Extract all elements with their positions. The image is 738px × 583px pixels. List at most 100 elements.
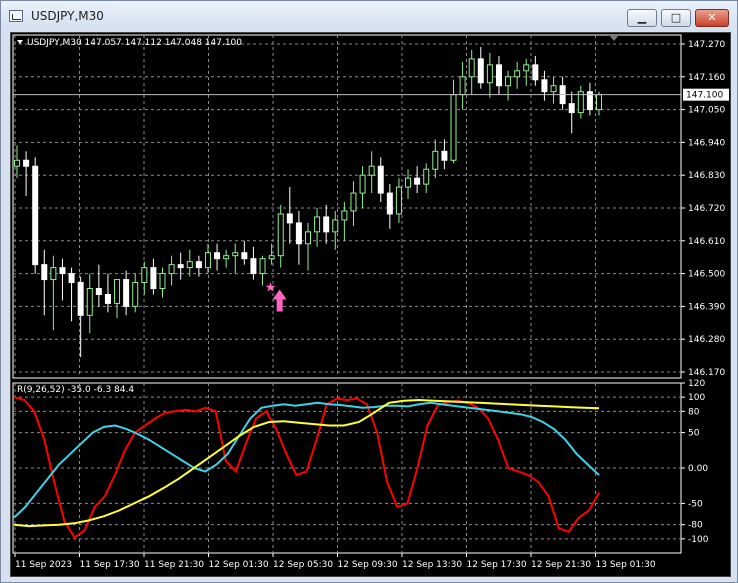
time-tick-label: 12 Sep 17:30 (467, 560, 527, 570)
candle-body[interactable] (95, 288, 102, 295)
candle-body[interactable] (486, 64, 493, 84)
candle-body[interactable] (523, 64, 530, 72)
candle-body[interactable] (332, 219, 339, 233)
candle-body[interactable] (495, 64, 502, 87)
candle-body[interactable] (14, 159, 20, 167)
indicator-tick-label: -80 (688, 521, 703, 531)
candle-body[interactable] (377, 165, 384, 194)
price-tick-label: 146.280 (688, 335, 725, 345)
candle-body[interactable] (532, 64, 539, 81)
candle-body[interactable] (459, 76, 466, 96)
candle-body[interactable] (386, 192, 393, 215)
time-tick-label: 11 Sep 21:30 (144, 560, 204, 570)
window-title: USDJPY,M30 (31, 9, 104, 23)
time-tick-label: 11 Sep 17:30 (80, 560, 140, 570)
candle-body[interactable] (132, 282, 139, 307)
time-tick-label: 12 Sep 05:30 (273, 560, 333, 570)
candle-body[interactable] (168, 264, 175, 275)
candle-body[interactable] (432, 150, 439, 170)
candle-body[interactable] (305, 231, 311, 245)
candle-body[interactable] (350, 192, 357, 212)
candle-body[interactable] (341, 210, 348, 221)
candle-body[interactable] (214, 252, 221, 260)
candle-body[interactable] (141, 267, 148, 284)
current-price-label: 147.100 (686, 91, 723, 101)
chart-area[interactable]: 147.270 147.160 147.050 146.940 146.830 146.7… (10, 32, 731, 577)
candle-body[interactable] (441, 150, 448, 161)
candle-body[interactable] (204, 252, 211, 269)
chart-window-icon (9, 10, 23, 22)
candle-body[interactable] (23, 159, 30, 167)
candle-body[interactable] (405, 177, 412, 188)
price-tick-label: 146.940 (688, 138, 725, 148)
price-tick-label: 147.050 (688, 106, 725, 116)
candle-body[interactable] (468, 58, 475, 78)
candle-body[interactable] (359, 174, 366, 194)
candle-body[interactable] (68, 273, 75, 284)
candle-body[interactable] (250, 258, 257, 275)
candle-body[interactable] (32, 165, 39, 266)
candle-body[interactable] (314, 216, 321, 233)
candle-body[interactable] (186, 261, 193, 269)
time-tick-label: 12 Sep 21:30 (531, 560, 591, 570)
title-bar[interactable]: USDJPY,M30 ▁ □ ✕ (1, 1, 737, 31)
candle-body[interactable] (77, 282, 84, 316)
time-tick-label: 12 Sep 13:30 (402, 560, 462, 570)
candle-body[interactable] (423, 168, 430, 185)
candle-body[interactable] (195, 261, 202, 269)
candle-body[interactable] (414, 177, 421, 185)
symbol-menu-arrow-icon[interactable] (17, 40, 23, 44)
candle-body[interactable] (241, 252, 248, 260)
minimize-button[interactable]: ▁ (627, 9, 657, 27)
candle-body[interactable] (505, 76, 512, 87)
candle-body[interactable] (368, 165, 375, 176)
indicator-tick-label: 100 (688, 393, 705, 403)
price-tick-label: 146.830 (688, 171, 725, 181)
candle-body[interactable] (395, 186, 402, 215)
candle-body[interactable] (286, 213, 293, 224)
candle-body[interactable] (259, 258, 266, 275)
indicator-tick-label: 50 (688, 429, 700, 439)
indicator-header: R(9,26,52) -35.0 -6.3 84.4 (17, 385, 134, 395)
indicator-tick-label: -50 (688, 499, 703, 509)
chart-window: USDJPY,M30 ▁ □ ✕ 147.270 147.160 147.050 14… (0, 0, 738, 583)
candle-body[interactable] (568, 103, 575, 114)
signal-star-icon: ★ (265, 280, 277, 295)
candle-body[interactable] (514, 70, 521, 78)
candle-body[interactable] (232, 252, 239, 257)
close-button[interactable]: ✕ (695, 9, 729, 27)
candle-body[interactable] (59, 267, 66, 275)
candle-body[interactable] (477, 58, 484, 84)
price-tick-label: 146.500 (688, 270, 725, 280)
candle-body[interactable] (596, 94, 602, 111)
candle-body[interactable] (450, 94, 457, 161)
candle-body[interactable] (159, 273, 166, 290)
candle-body[interactable] (323, 216, 330, 233)
chart-shift-marker-icon[interactable] (609, 35, 619, 41)
candle-body[interactable] (223, 255, 230, 260)
maximize-button[interactable]: □ (661, 9, 691, 27)
indicator-tick-label: 120 (688, 379, 705, 389)
candle-body[interactable] (150, 267, 157, 290)
candle-body[interactable] (177, 264, 184, 269)
candle-body[interactable] (104, 293, 111, 304)
time-tick-label: 12 Sep 01:30 (209, 560, 269, 570)
candle-body[interactable] (123, 279, 130, 307)
price-chart[interactable]: 147.270 147.160 147.050 146.940 146.830 146.7… (11, 33, 730, 576)
candle-body[interactable] (114, 279, 121, 304)
candle-body[interactable] (295, 222, 302, 245)
indicator-tick-label: -100 (688, 535, 709, 545)
candle-body[interactable] (550, 85, 557, 93)
price-tick-label: 146.610 (688, 237, 725, 247)
candle-body[interactable] (86, 288, 93, 316)
candle-body[interactable] (541, 79, 548, 93)
price-tick-label: 146.720 (688, 204, 725, 214)
candle-body[interactable] (277, 213, 284, 257)
candle-body[interactable] (268, 255, 275, 260)
candle-body[interactable] (50, 267, 57, 281)
candle-body[interactable] (41, 264, 48, 281)
price-tick-label: 147.270 (688, 40, 725, 50)
price-tick-label: 146.170 (688, 368, 725, 378)
price-tick-label: 147.160 (688, 73, 725, 83)
price-tick-label: 146.390 (688, 302, 725, 312)
